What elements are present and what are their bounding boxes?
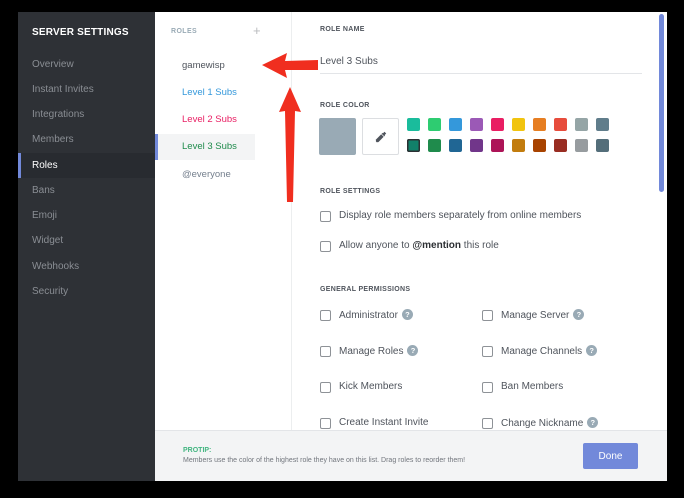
display-separately-checkbox[interactable] [320, 211, 331, 222]
protip-label: PROTIP: [183, 447, 212, 454]
eyedropper-icon [375, 131, 387, 143]
color-swatch[interactable] [554, 118, 567, 131]
role-name-header: ROLE NAME [320, 26, 365, 33]
help-icon[interactable]: ? [401, 309, 413, 320]
role-settings-header: ROLE SETTINGS [320, 188, 381, 195]
allow-mention-checkbox[interactable] [320, 241, 331, 252]
scrollbar-thumb[interactable] [659, 14, 664, 192]
color-swatch[interactable] [449, 139, 462, 152]
settings-scrollbar[interactable] [659, 14, 664, 426]
allow-mention-label: Allow anyone to @mention this role [339, 240, 499, 251]
color-swatch[interactable] [491, 118, 504, 131]
role-item-everyone[interactable]: @everyone [155, 162, 255, 188]
role-item-level-2-subs[interactable]: Level 2 Subs [155, 107, 255, 133]
manage-roles-checkbox[interactable] [320, 346, 331, 357]
color-swatch[interactable] [470, 118, 483, 131]
color-swatch[interactable] [554, 139, 567, 152]
role-color-header: ROLE COLOR [320, 102, 370, 109]
role-settings-panel: ROLE NAME ROLE COLOR ROLE SETTINGS Displ… [293, 12, 667, 430]
server-settings-window: SERVER SETTINGS Overview Instant Invites… [18, 12, 667, 481]
color-swatch[interactable] [512, 118, 525, 131]
color-swatch[interactable] [596, 118, 609, 131]
change-nickname-label: Change Nickname [501, 418, 584, 429]
administrator-label: Administrator [339, 310, 398, 321]
color-swatch[interactable] [491, 139, 504, 152]
administrator-checkbox[interactable] [320, 310, 331, 321]
sidebar-item-integrations[interactable]: Integrations [18, 102, 155, 127]
color-swatch[interactable] [449, 118, 462, 131]
kick-members-checkbox[interactable] [320, 382, 331, 393]
help-icon[interactable]: ? [586, 345, 598, 356]
plus-icon[interactable]: + [253, 23, 261, 38]
role-item-level-3-subs[interactable]: Level 3 Subs [155, 134, 255, 160]
display-separately-label: Display role members separately from onl… [339, 210, 582, 221]
done-button[interactable]: Done [583, 443, 638, 469]
settings-footer: PROTIP: Members use the color of the hig… [155, 430, 667, 481]
manage-roles-label: Manage Roles [339, 346, 404, 357]
color-swatch[interactable] [575, 118, 588, 131]
manage-channels-checkbox[interactable] [482, 346, 493, 357]
sidebar-item-widget[interactable]: Widget [18, 228, 155, 253]
color-swatch[interactable] [596, 139, 609, 152]
sidebar-item-instant-invites[interactable]: Instant Invites [18, 77, 155, 102]
color-swatch[interactable] [512, 139, 525, 152]
default-color-swatch[interactable] [319, 118, 356, 155]
sidebar-item-security[interactable]: Security [18, 279, 155, 304]
roles-list-panel: ROLES + gamewisp Level 1 Subs Level 2 Su… [155, 12, 292, 430]
sidebar-item-webhooks[interactable]: Webhooks [18, 254, 155, 279]
ban-members-label: Ban Members [501, 381, 564, 392]
roles-header: ROLES [171, 28, 198, 35]
color-swatch[interactable] [428, 139, 441, 152]
manage-channels-label: Manage Channels [501, 346, 583, 357]
create-instant-invite-label: Create Instant Invite [339, 417, 429, 428]
help-icon[interactable]: ? [407, 345, 419, 356]
sidebar-item-roles[interactable]: Roles [18, 153, 155, 178]
manage-server-checkbox[interactable] [482, 310, 493, 321]
help-icon[interactable]: ? [587, 417, 599, 428]
general-permissions-header: GENERAL PERMISSIONS [320, 286, 411, 293]
color-swatch[interactable] [470, 139, 483, 152]
role-item-gamewisp[interactable]: gamewisp [155, 53, 255, 79]
sidebar-item-members[interactable]: Members [18, 127, 155, 152]
color-swatch[interactable] [407, 139, 420, 152]
change-nickname-checkbox[interactable] [482, 418, 493, 429]
color-swatch[interactable] [575, 139, 588, 152]
protip-text: Members use the color of the highest rol… [183, 457, 466, 464]
help-icon[interactable]: ? [573, 309, 585, 320]
create-instant-invite-checkbox[interactable] [320, 418, 331, 429]
sidebar-item-overview[interactable]: Overview [18, 52, 155, 77]
sidebar-title: SERVER SETTINGS [32, 27, 129, 38]
color-swatch[interactable] [533, 139, 546, 152]
role-item-level-1-subs[interactable]: Level 1 Subs [155, 80, 255, 106]
color-swatch[interactable] [533, 118, 546, 131]
ban-members-checkbox[interactable] [482, 382, 493, 393]
color-swatch[interactable] [407, 118, 420, 131]
kick-members-label: Kick Members [339, 381, 403, 392]
custom-color-picker-button[interactable] [362, 118, 399, 155]
manage-server-label: Manage Server [501, 310, 570, 321]
color-swatch[interactable] [428, 118, 441, 131]
sidebar-item-emoji[interactable]: Emoji [18, 203, 155, 228]
settings-sidebar: SERVER SETTINGS Overview Instant Invites… [18, 12, 155, 481]
sidebar-item-bans[interactable]: Bans [18, 178, 155, 203]
role-name-input[interactable] [320, 50, 642, 74]
